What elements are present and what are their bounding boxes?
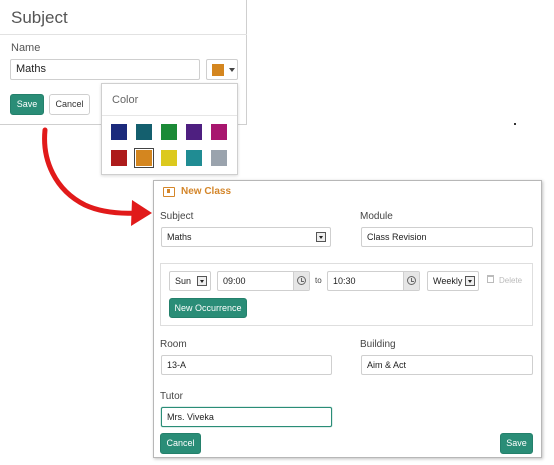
- chevron-down-icon: [316, 232, 326, 242]
- delete-button[interactable]: Delete: [487, 275, 531, 287]
- chevron-down-icon: [465, 276, 475, 286]
- room-label: Room: [160, 339, 187, 350]
- cancel-button[interactable]: Cancel: [49, 94, 90, 115]
- start-time-input[interactable]: 09:00: [217, 271, 310, 291]
- tutor-label: Tutor: [160, 391, 183, 402]
- dot: [514, 123, 516, 125]
- name-input[interactable]: Maths: [10, 59, 200, 80]
- color-swatch[interactable]: [111, 124, 127, 140]
- new-class-dialog: New Class Subject Maths Module Class Rev…: [153, 180, 542, 458]
- color-swatch[interactable]: [186, 124, 202, 140]
- color-swatch[interactable]: [136, 124, 152, 140]
- selected-color-swatch: [212, 64, 224, 76]
- name-label: Name: [11, 42, 41, 54]
- divider: [0, 34, 247, 35]
- to-label: to: [315, 276, 322, 285]
- occurrence-panel: Sun 09:00 to 10:30 Weekly Delete New Occ…: [160, 263, 533, 326]
- new-class-title: New Class: [181, 186, 232, 197]
- module-label: Module: [360, 211, 393, 222]
- cancel-button[interactable]: Cancel: [160, 433, 201, 454]
- trash-icon: [487, 275, 494, 283]
- end-time-value: 10:30: [333, 276, 356, 286]
- building-label: Building: [360, 339, 396, 350]
- subject-dialog-title: Subject: [11, 8, 68, 27]
- room-input[interactable]: 13-A: [161, 355, 332, 375]
- end-time-input[interactable]: 10:30: [327, 271, 420, 291]
- color-swatch[interactable]: [134, 148, 154, 168]
- building-input[interactable]: Aim & Act: [361, 355, 533, 375]
- subject-select[interactable]: Maths: [161, 227, 331, 247]
- day-select-value: Sun: [175, 276, 192, 286]
- subject-select-value: Maths: [167, 232, 192, 242]
- color-swatch[interactable]: [211, 124, 227, 140]
- chevron-down-icon: [229, 68, 235, 72]
- day-select[interactable]: Sun: [169, 271, 211, 291]
- start-time-value: 09:00: [223, 276, 246, 286]
- color-picker-button[interactable]: [206, 59, 238, 80]
- divider: [102, 115, 237, 116]
- color-swatch[interactable]: [186, 150, 202, 166]
- chevron-down-icon: [197, 276, 207, 286]
- tutor-input[interactable]: Mrs. Viveka: [161, 407, 332, 427]
- frequency-select[interactable]: Weekly: [427, 271, 479, 291]
- color-swatch[interactable]: [161, 150, 177, 166]
- save-button[interactable]: Save: [10, 94, 44, 115]
- subject-label: Subject: [160, 211, 194, 222]
- frequency-select-value: Weekly: [433, 276, 463, 286]
- new-occurrence-button[interactable]: New Occurrence: [169, 298, 247, 318]
- color-popup: Color: [101, 83, 238, 175]
- color-swatch[interactable]: [211, 150, 227, 166]
- class-icon: [163, 187, 175, 197]
- save-button[interactable]: Save: [500, 433, 533, 454]
- module-input[interactable]: Class Revision: [361, 227, 533, 247]
- color-popup-title: Color: [112, 94, 139, 106]
- delete-label: Delete: [499, 276, 523, 285]
- clock-icon[interactable]: [403, 272, 419, 290]
- color-swatch[interactable]: [161, 124, 177, 140]
- color-swatch[interactable]: [111, 150, 127, 166]
- clock-icon[interactable]: [293, 272, 309, 290]
